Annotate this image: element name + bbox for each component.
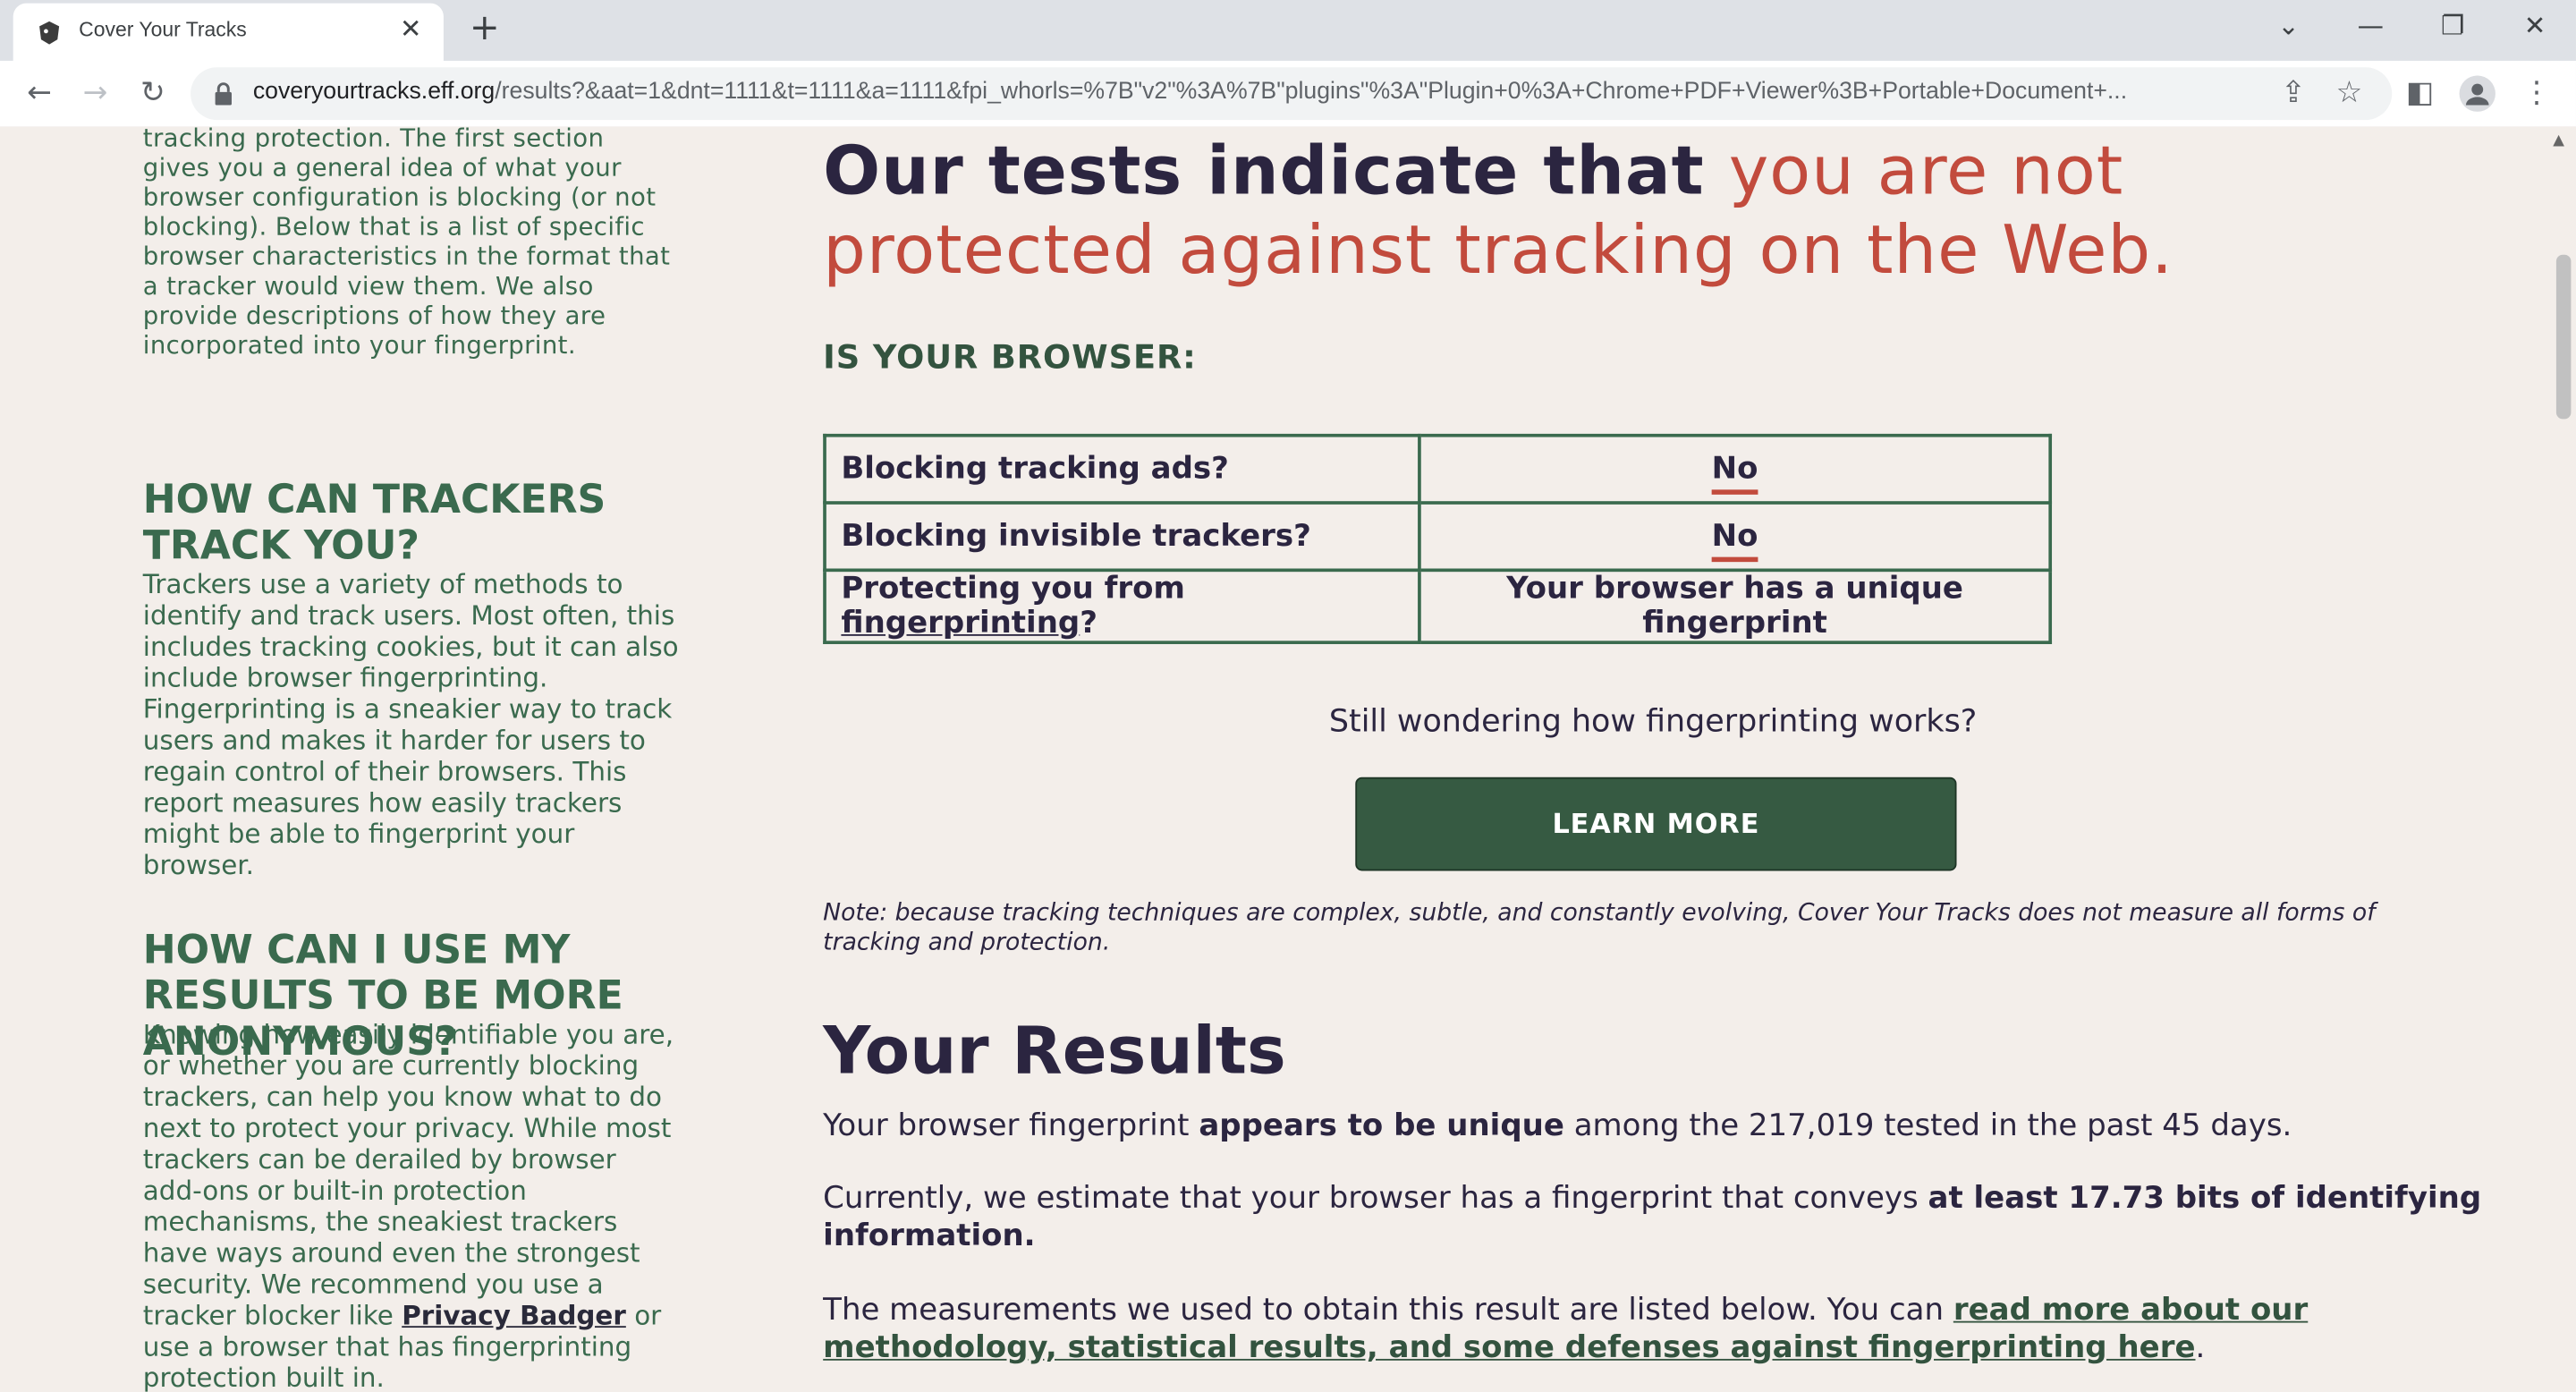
restore-icon[interactable]: ❐	[2428, 6, 2478, 46]
row-answer: Your browser has a unique fingerprint	[1418, 568, 2053, 644]
sidebar-intro-text: tracking protection. The first section g…	[142, 126, 671, 361]
row-answer: No	[1418, 433, 2053, 505]
answer-no: No	[1711, 519, 1758, 554]
scroll-up-icon[interactable]: ▲	[2553, 133, 2564, 149]
side-panel-icon[interactable]: ◧	[2400, 74, 2439, 114]
page-content: tracking protection. The first section g…	[0, 126, 2576, 1392]
fingerprinting-link[interactable]: fingerprinting	[841, 607, 1080, 641]
learn-more-button[interactable]: LEARN MORE	[1355, 777, 1957, 871]
tab-active[interactable]: Cover Your Tracks ✕	[13, 3, 444, 61]
tab-bar: Cover Your Tracks ✕ + ⌄ — ❐ ✕	[0, 0, 2576, 61]
result1-c: among the 217,019 tested in the past 45 …	[1573, 1108, 2292, 1144]
row-question: Protecting you from fingerprinting?	[823, 568, 1421, 644]
sidebar-anonymous-text-a: Knowing how easily identifiable you are,…	[142, 1018, 674, 1331]
result1-b: appears to be unique	[1199, 1108, 1564, 1144]
browser-toolbar: ← → ↻ coveryourtracks.eff.org/results?&a…	[0, 60, 2576, 129]
note-text: Note: because tracking techniques are co…	[823, 900, 2376, 956]
headline: Our tests indicate that you are not prot…	[823, 132, 2466, 289]
address-bar[interactable]: coveryourtracks.eff.org/results?&aat=1&d…	[191, 67, 2393, 121]
tab-close-icon[interactable]: ✕	[394, 13, 428, 47]
minimize-icon[interactable]: —	[2346, 6, 2395, 46]
reload-icon[interactable]: ↻	[133, 74, 173, 114]
headline-dark: Our tests indicate that	[823, 131, 1705, 211]
bookmark-star-icon[interactable]: ☆	[2329, 74, 2368, 114]
row-answer: No	[1418, 501, 2053, 573]
protection-status-table: Blocking tracking ads? No Blocking invis…	[823, 433, 2053, 644]
result2-a: Currently, we estimate that your browser…	[823, 1181, 1919, 1217]
url-path: /results?&aat=1&dnt=1111&t=1111&a=1111&f…	[495, 79, 2128, 106]
sidebar-heading-track: HOW CAN TRACKERS TRACK YOU?	[142, 476, 606, 569]
back-icon[interactable]: ←	[20, 74, 59, 114]
sidebar-track-text: Trackers use a variety of methods to ide…	[142, 568, 679, 881]
forward-icon[interactable]: →	[75, 74, 114, 114]
share-icon[interactable]: ⇪	[2274, 74, 2313, 114]
result-unique-text: Your browser fingerprint appears to be u…	[823, 1108, 2482, 1145]
table-row: Blocking invisible trackers? No	[823, 501, 2053, 573]
result-bits-text: Currently, we estimate that your browser…	[823, 1180, 2482, 1255]
result3-a: The measurements we used to obtain this …	[823, 1293, 1945, 1328]
menu-kebab-icon[interactable]: ⋮	[2517, 74, 2556, 114]
is-your-browser-heading: IS YOUR BROWSER:	[823, 336, 1197, 377]
result1-a: Your browser fingerprint	[823, 1108, 1190, 1144]
answer-no: No	[1711, 452, 1758, 487]
url-text: coveryourtracks.eff.org/results?&aat=1&d…	[253, 79, 2127, 105]
url-host: coveryourtracks.eff.org	[252, 79, 496, 106]
page-scrollbar[interactable]: ▲	[2549, 126, 2576, 1392]
sidebar-anonymous-text: Knowing how easily identifiable you are,…	[143, 1019, 682, 1392]
row-question: Blocking invisible trackers?	[823, 501, 1421, 573]
close-window-icon[interactable]: ✕	[2510, 6, 2559, 46]
tab-search-icon[interactable]: ⌄	[2264, 6, 2313, 46]
result-methodology-text: The measurements we used to obtain this …	[823, 1292, 2482, 1367]
row-question-a: Protecting you from	[841, 572, 1185, 607]
table-row: Blocking tracking ads? No	[823, 433, 2053, 505]
table-row: Protecting you from fingerprinting? Your…	[823, 568, 2053, 644]
result3-b: .	[2195, 1330, 2206, 1366]
eff-favicon-icon	[39, 21, 60, 45]
row-question-b: ?	[1080, 606, 1097, 641]
lock-icon	[215, 82, 232, 106]
still-wondering-text: Still wondering how fingerprinting works…	[1328, 703, 1978, 740]
privacy-badger-link[interactable]: Privacy Badger	[402, 1300, 626, 1331]
tab-title: Cover Your Tracks	[79, 18, 247, 41]
profile-avatar-icon[interactable]	[2458, 74, 2497, 114]
your-results-heading: Your Results	[823, 1014, 1286, 1090]
row-question: Blocking tracking ads?	[823, 433, 1421, 505]
scrollbar-thumb[interactable]	[2555, 254, 2572, 420]
new-tab-icon[interactable]: +	[463, 8, 506, 51]
